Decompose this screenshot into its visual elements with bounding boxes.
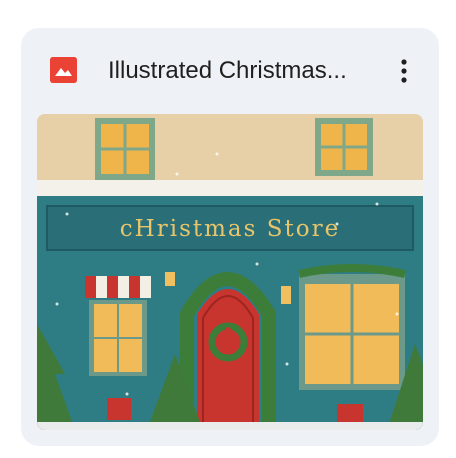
shop-window-left <box>85 276 151 376</box>
store-door <box>197 289 259 430</box>
shop-window-right <box>298 264 406 390</box>
file-card[interactable]: Illustrated Christmas... cHristmas Store <box>21 28 439 446</box>
store-sign: cHristmas Store <box>46 205 414 251</box>
upper-window-left <box>95 118 155 180</box>
file-thumbnail[interactable]: cHristmas Store <box>37 114 423 430</box>
card-header: Illustrated Christmas... <box>21 28 439 112</box>
upper-window-right <box>315 118 373 176</box>
more-vert-icon[interactable] <box>389 54 419 88</box>
file-title[interactable]: Illustrated Christmas... <box>108 56 390 86</box>
image-file-icon <box>50 57 77 83</box>
store-sign-text: cHristmas Store <box>120 216 340 242</box>
